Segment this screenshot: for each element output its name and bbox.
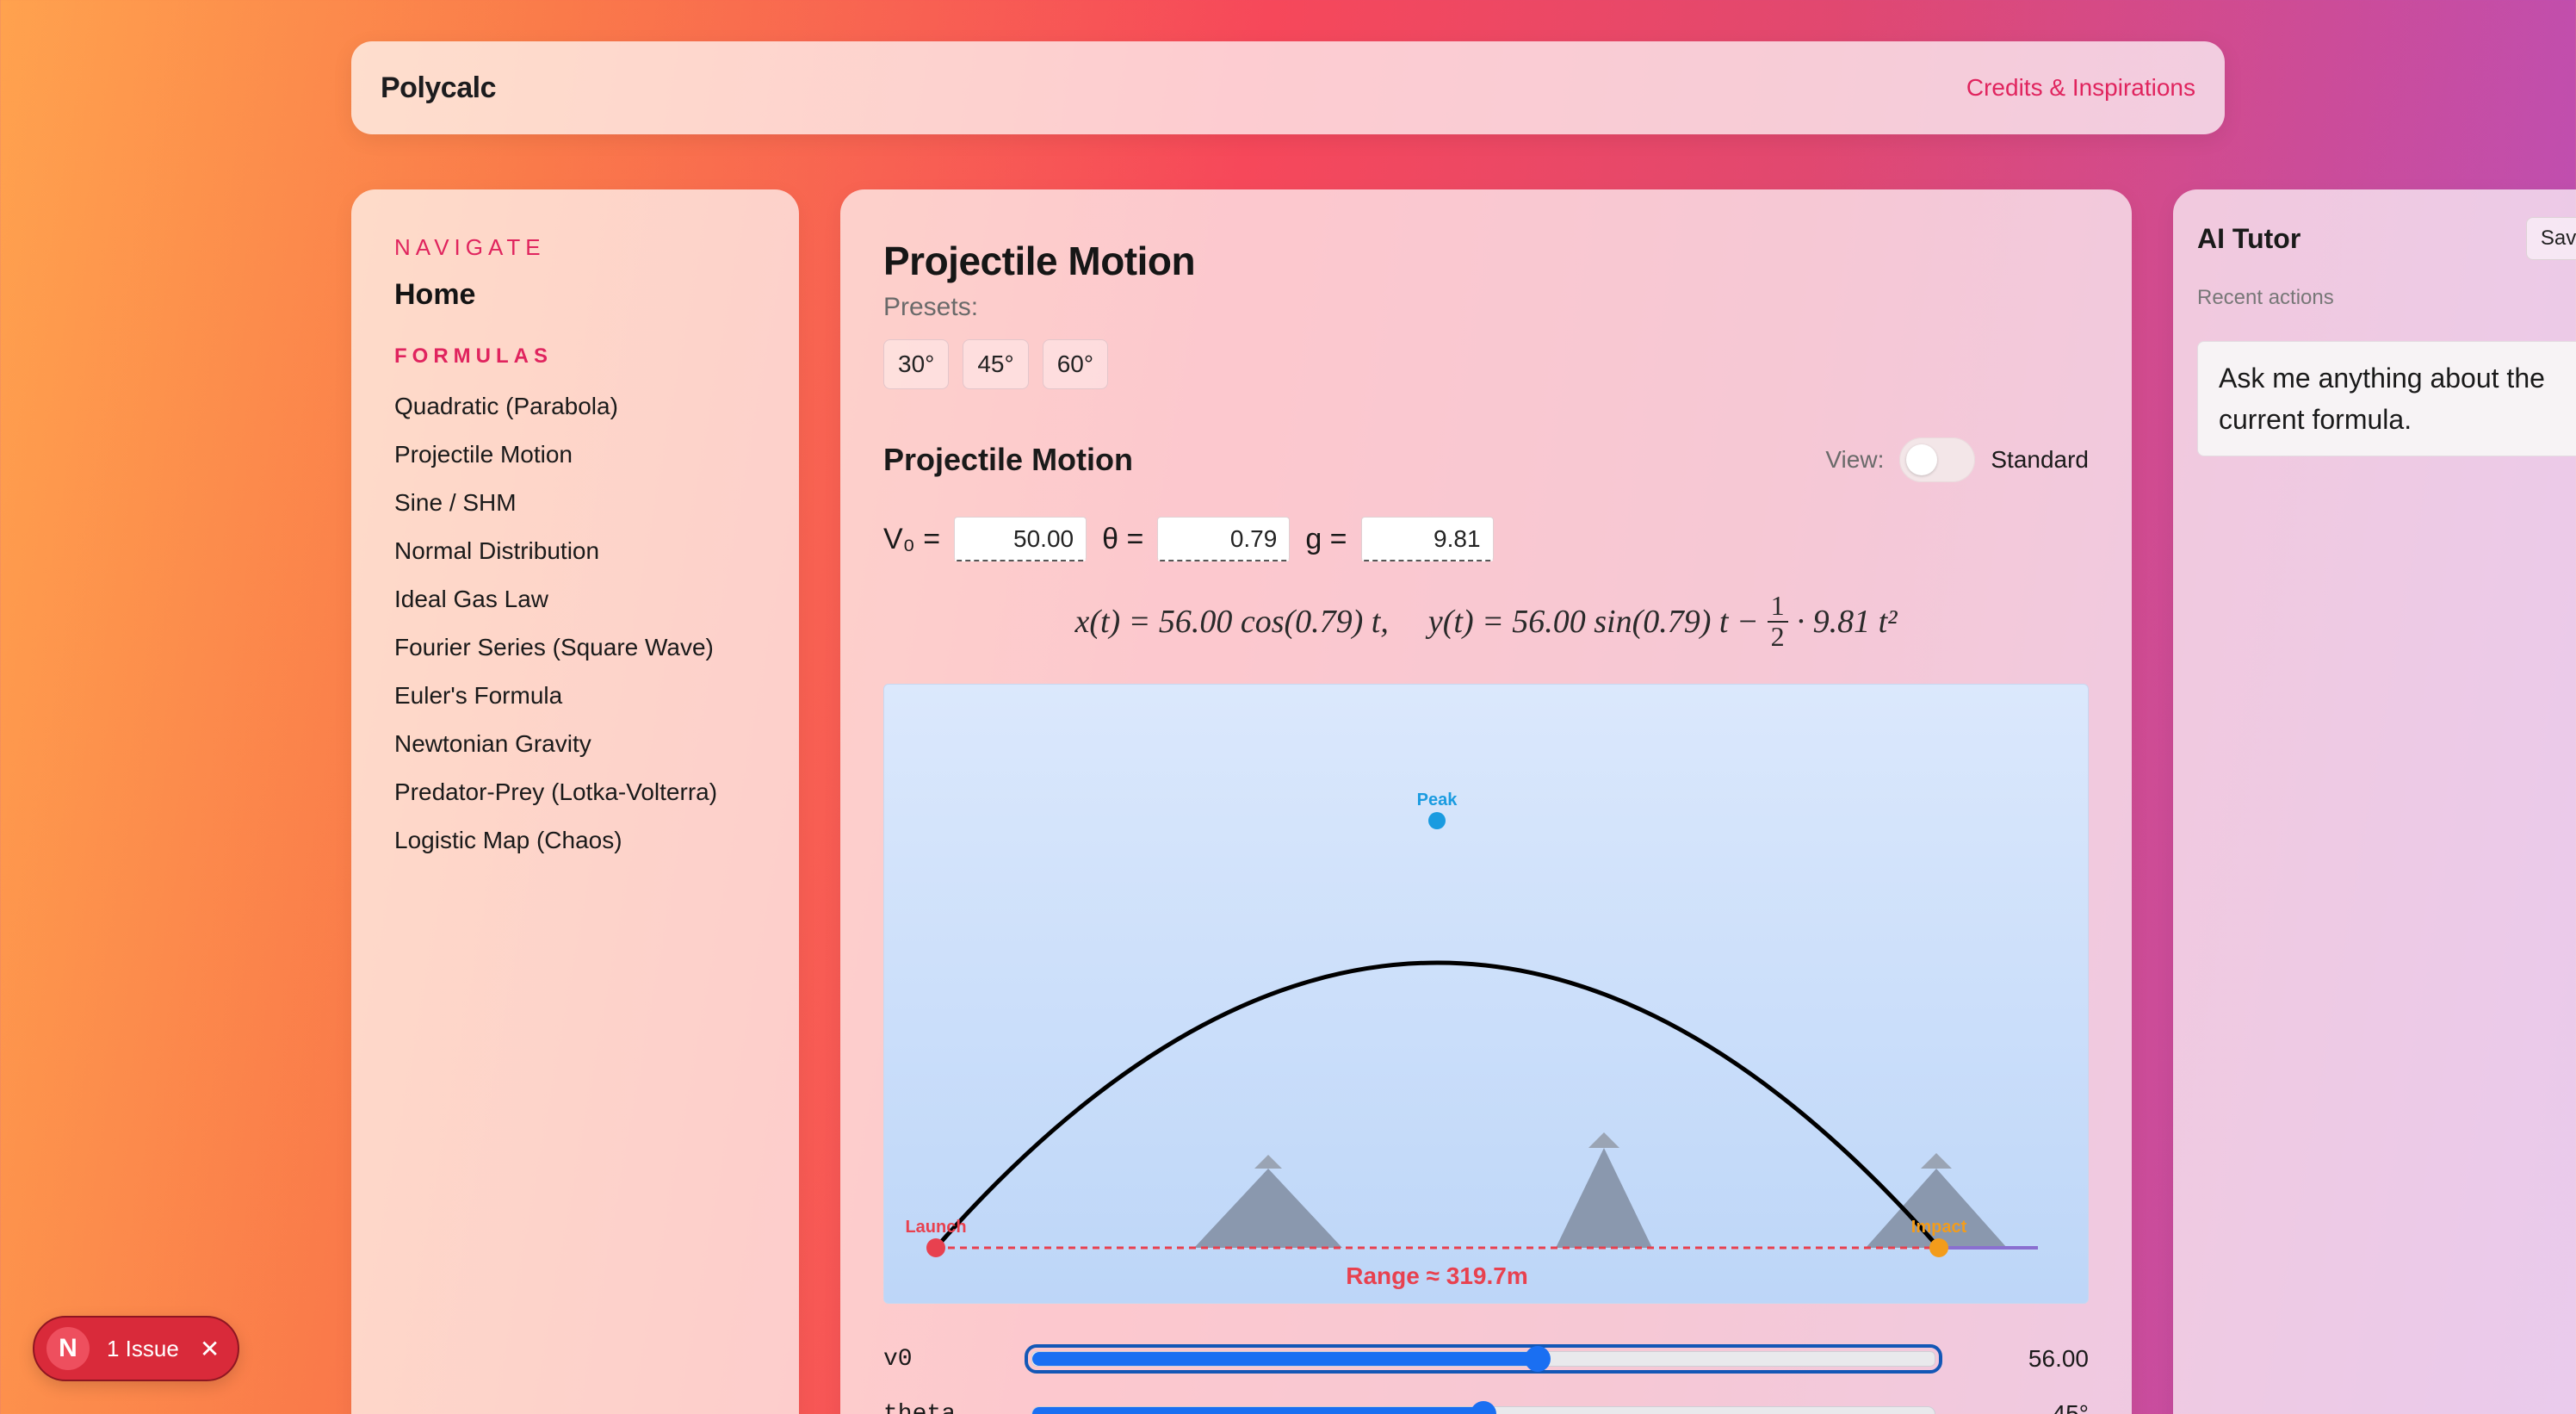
preset-45-button[interactable]: 45° bbox=[963, 339, 1029, 389]
sidebar-item-predator-prey[interactable]: Predator-Prey (Lotka-Volterra) bbox=[394, 768, 756, 816]
section-header: Projectile Motion View: Standard bbox=[883, 437, 2089, 482]
save-preset-button[interactable]: Save preset bbox=[2525, 217, 2576, 260]
trajectory-path bbox=[934, 960, 1941, 1250]
recent-actions-label: Recent actions bbox=[2197, 286, 2334, 309]
launch-point[interactable] bbox=[926, 1238, 945, 1257]
fraction-numerator: 1 bbox=[1767, 592, 1788, 623]
g-label: g = bbox=[1305, 522, 1347, 555]
mountain-1-cap bbox=[1254, 1155, 1282, 1169]
sidebar-item-normal-distribution[interactable]: Normal Distribution bbox=[394, 527, 756, 575]
view-mode-label: Standard bbox=[1991, 446, 2089, 473]
next-logo-icon: N bbox=[46, 1327, 90, 1370]
preset-60-button[interactable]: 60° bbox=[1042, 339, 1109, 389]
peak-point[interactable] bbox=[1428, 812, 1446, 829]
close-icon[interactable]: ✕ bbox=[200, 1335, 220, 1363]
view-toggle[interactable] bbox=[1899, 437, 1976, 482]
mountain-2 bbox=[1556, 1148, 1652, 1248]
trajectory-plot[interactable]: Peak Launch Impact Range ≈ 319.7m bbox=[883, 684, 2089, 1304]
impact-label: Impact bbox=[1911, 1218, 1967, 1237]
v0-slider-value: 56.00 bbox=[2028, 1345, 2089, 1372]
v0-slider-thumb[interactable] bbox=[1524, 1346, 1551, 1372]
mountain-3-cap bbox=[1921, 1153, 1952, 1169]
formulas-heading: FORMULAS bbox=[394, 344, 553, 368]
equation-x: x(t) = 56.00 cos(0.79) t, bbox=[1074, 604, 1389, 640]
theta-label: θ = bbox=[1102, 522, 1144, 555]
sidebar-item-projectile-motion[interactable]: Projectile Motion bbox=[394, 431, 756, 479]
v0-label: V₀ = bbox=[883, 522, 941, 555]
theta-slider[interactable] bbox=[1031, 1401, 1935, 1414]
theta-slider-value: 45° bbox=[2052, 1400, 2089, 1414]
mountain-2-cap bbox=[1588, 1132, 1619, 1148]
equation-y-tail: · 9.81 t² bbox=[1796, 604, 1898, 640]
sidebar-item-newtonian-gravity[interactable]: Newtonian Gravity bbox=[394, 720, 756, 768]
sidebar-item-fourier-series[interactable]: Fourier Series (Square Wave) bbox=[394, 623, 756, 672]
sidebar-item-sine-shm[interactable]: Sine / SHM bbox=[394, 479, 756, 527]
navigate-heading: NAVIGATE bbox=[394, 234, 546, 260]
formula-list: Quadratic (Parabola) Projectile Motion S… bbox=[394, 382, 756, 865]
formula-panel: Projectile Motion Presets: 30° 45° 60° P… bbox=[840, 189, 2132, 1414]
view-label: View: bbox=[1825, 446, 1885, 473]
sidebar-item-logistic-map[interactable]: Logistic Map (Chaos) bbox=[394, 816, 756, 865]
v0-slider-label: v0 bbox=[883, 1345, 913, 1373]
issue-count: 1 Issue bbox=[107, 1335, 179, 1361]
toggle-knob bbox=[1906, 444, 1938, 475]
launch-label: Launch bbox=[905, 1218, 966, 1237]
sidebar: NAVIGATE Home FORMULAS Quadratic (Parabo… bbox=[351, 189, 799, 1414]
fraction-denominator: 2 bbox=[1770, 621, 1785, 652]
sidebar-item-ideal-gas-law[interactable]: Ideal Gas Law bbox=[394, 575, 756, 623]
presets-group: 30° 45° 60° bbox=[883, 339, 2089, 389]
g-input[interactable] bbox=[1360, 517, 1494, 561]
parameter-inputs: V₀ = θ = g = bbox=[883, 517, 2089, 561]
tutor-message: Ask me anything about the current formul… bbox=[2197, 341, 2576, 456]
mountain-1 bbox=[1194, 1169, 1342, 1248]
theta-slider-thumb[interactable] bbox=[1471, 1401, 1496, 1414]
parameter-sliders: v0 56.00 theta 45° bbox=[883, 1331, 2089, 1414]
tutor-header: AI Tutor Save preset bbox=[2197, 217, 2576, 260]
sidebar-item-eulers-formula[interactable]: Euler's Formula bbox=[394, 672, 756, 720]
equation-y: y(t) = 56.00 sin(0.79) t − bbox=[1427, 604, 1759, 640]
theta-slider-label: theta bbox=[883, 1400, 957, 1414]
tutor-title: AI Tutor bbox=[2197, 222, 2301, 254]
equation-display: x(t) = 56.00 cos(0.79) t, y(t) = 56.00 s… bbox=[883, 587, 2089, 656]
preset-30-button[interactable]: 30° bbox=[883, 339, 950, 389]
section-title: Projectile Motion bbox=[883, 442, 1134, 477]
slider-row-theta: theta 45° bbox=[883, 1386, 2089, 1414]
nav-home-link[interactable]: Home bbox=[394, 278, 756, 312]
equation-fraction: 1 2 bbox=[1767, 592, 1788, 652]
page-title: Projectile Motion bbox=[883, 239, 1196, 283]
presets-label: Presets: bbox=[883, 293, 979, 321]
brand-logo[interactable]: Polycalc bbox=[381, 71, 496, 105]
theta-slider-fill bbox=[1032, 1407, 1483, 1414]
top-bar: Polycalc Credits & Inspirations bbox=[351, 41, 2225, 134]
theta-input[interactable] bbox=[1157, 517, 1291, 561]
range-label: Range ≈ 319.7m bbox=[1346, 1262, 1527, 1289]
v0-slider-fill bbox=[1032, 1352, 1538, 1366]
credits-link[interactable]: Credits & Inspirations bbox=[1966, 74, 2195, 102]
sidebar-item-quadratic[interactable]: Quadratic (Parabola) bbox=[394, 382, 756, 431]
v0-slider[interactable] bbox=[1025, 1344, 1942, 1374]
ai-tutor-panel: AI Tutor Save preset Recent actions Ask … bbox=[2173, 189, 2576, 1414]
trajectory-svg: Peak Launch Impact Range ≈ 319.7m bbox=[905, 791, 2038, 1289]
v0-input[interactable] bbox=[954, 517, 1087, 561]
issue-badge[interactable]: N 1 Issue ✕ bbox=[33, 1316, 239, 1381]
view-switcher: View: Standard bbox=[1825, 437, 2089, 482]
impact-point[interactable] bbox=[1929, 1238, 1948, 1257]
peak-label: Peak bbox=[1417, 791, 1458, 809]
slider-row-v0: v0 56.00 bbox=[883, 1331, 2089, 1386]
